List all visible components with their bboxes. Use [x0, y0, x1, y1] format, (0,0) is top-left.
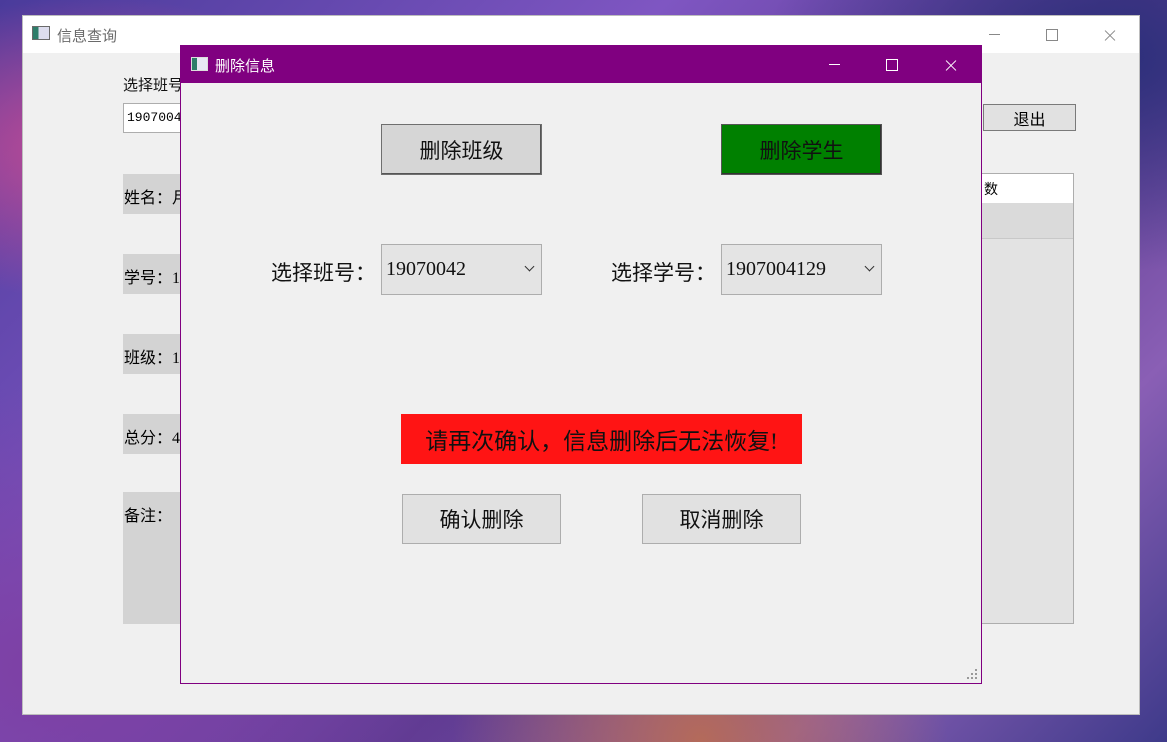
- close-icon: [1103, 28, 1117, 42]
- class-select-label: 选择班号: [123, 77, 184, 94]
- student-select-value: 1907004129: [726, 258, 826, 280]
- dialog-maximize-button[interactable]: [863, 46, 921, 83]
- main-window-title: 信息查询: [57, 27, 118, 45]
- delete-info-dialog: 删除信息 删除班级 删除学生 选择班号： 19070042 选择学号： 1907…: [180, 45, 982, 684]
- delete-class-button[interactable]: 删除班级: [381, 124, 542, 175]
- app-window-icon: [191, 57, 208, 71]
- resize-grip-icon[interactable]: [965, 667, 979, 681]
- minimize-icon: [828, 64, 840, 65]
- student-select-combobox[interactable]: 1907004129: [721, 244, 882, 295]
- close-button[interactable]: [1081, 16, 1139, 53]
- minimize-icon: [988, 34, 1000, 35]
- maximize-icon: [1046, 28, 1058, 41]
- exit-button[interactable]: 退出: [983, 104, 1076, 131]
- student-select-label: 选择学号：: [611, 261, 716, 285]
- chevron-down-icon: [524, 261, 535, 272]
- dialog-minimize-button[interactable]: [805, 46, 863, 83]
- table-header: 数: [982, 174, 1073, 203]
- dialog-titlebar[interactable]: 删除信息: [181, 46, 981, 83]
- close-icon: [944, 58, 958, 72]
- class-select-label: 选择班号：: [271, 261, 376, 285]
- app-window-icon: [32, 26, 50, 40]
- maximize-button[interactable]: [1023, 16, 1081, 53]
- delete-student-button[interactable]: 删除学生: [721, 124, 882, 175]
- score-table[interactable]: 数: [981, 173, 1074, 624]
- class-select-combobox[interactable]: 19070042: [381, 244, 542, 295]
- warning-banner: 请再次确认，信息删除后无法恢复!: [401, 414, 802, 464]
- maximize-icon: [886, 58, 898, 71]
- dialog-title: 删除信息: [215, 57, 276, 75]
- table-row[interactable]: [982, 203, 1073, 239]
- dialog-close-button[interactable]: [922, 46, 980, 83]
- class-select-value: 19070042: [386, 258, 466, 280]
- chevron-down-icon: [864, 261, 875, 272]
- confirm-delete-button[interactable]: 确认删除: [402, 494, 561, 544]
- cancel-delete-button[interactable]: 取消删除: [642, 494, 801, 544]
